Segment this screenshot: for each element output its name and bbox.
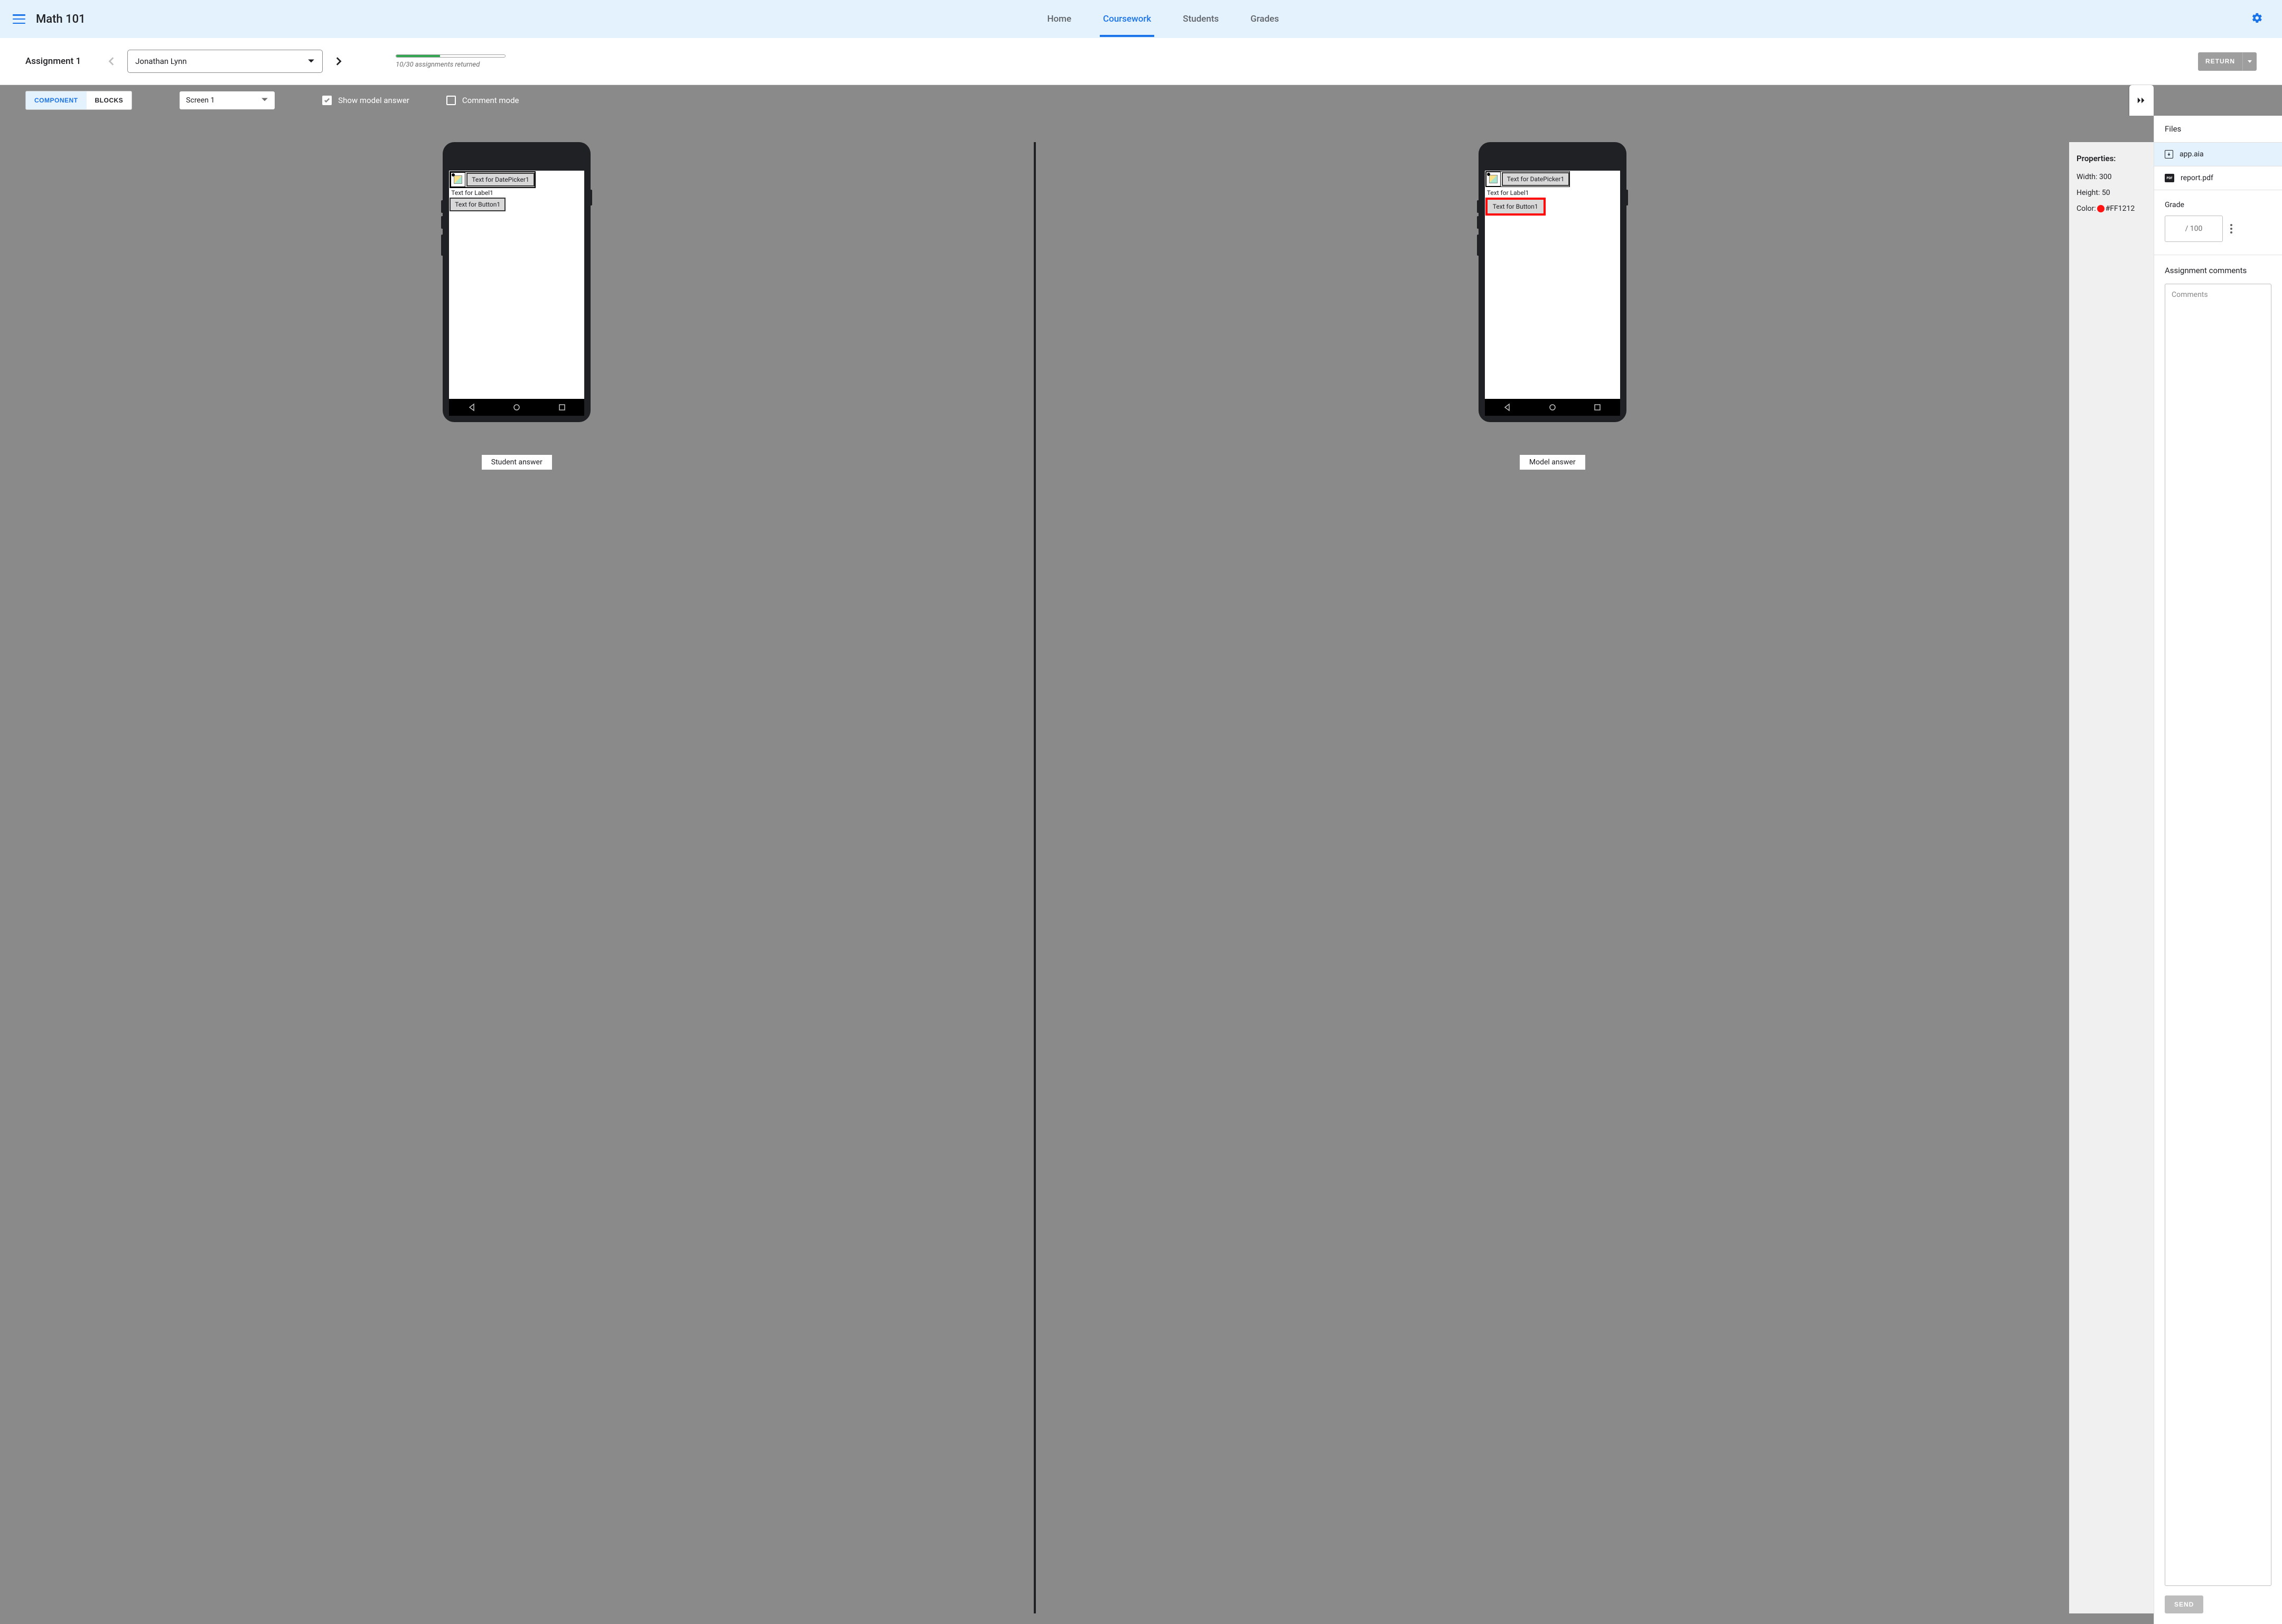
file-name: app.aia xyxy=(2180,150,2204,158)
blocks-tab[interactable]: BLOCKS xyxy=(87,91,132,109)
caret-down-icon xyxy=(307,57,315,66)
properties-panel: Properties: Width: 300 Height: 50 Color:… xyxy=(2069,142,2154,1613)
screen-dropdown[interactable]: Screen 1 xyxy=(180,91,275,109)
view-mode-toggle: COMPONENT BLOCKS xyxy=(25,91,132,110)
aia-file-icon xyxy=(2165,150,2173,158)
comments-textarea[interactable] xyxy=(2165,284,2271,1586)
color-swatch-icon xyxy=(2097,205,2105,212)
home-icon xyxy=(1548,403,1557,412)
student-phone-preview: Text for DatePicker1 Text for Label1 Tex… xyxy=(443,142,591,422)
assignment-title: Assignment 1 xyxy=(25,56,81,67)
nav-tab-grades[interactable]: Grades xyxy=(1247,1,1282,37)
home-icon xyxy=(512,403,521,412)
file-row-report[interactable]: PDF report.pdf xyxy=(2154,166,2282,190)
grade-input[interactable]: / 100 xyxy=(2165,216,2223,242)
show-model-label: Show model answer xyxy=(338,96,409,105)
student-name: Jonathan Lynn xyxy=(135,57,186,66)
label-component[interactable]: Text for Label1 xyxy=(450,188,495,198)
nav-tab-home[interactable]: Home xyxy=(1044,1,1074,37)
datepicker-component[interactable]: Text for DatePicker1 xyxy=(466,173,534,186)
nav-tab-students[interactable]: Students xyxy=(1180,1,1222,37)
model-phone-preview: Text for DatePicker1 Text for Label1 Tex… xyxy=(1479,142,1626,422)
android-nav-bar xyxy=(449,399,584,416)
right-sidebar: Files app.aia PDF report.pdf Grade / 100… xyxy=(2154,116,2282,1624)
files-title: Files xyxy=(2154,116,2282,143)
file-name: report.pdf xyxy=(2181,174,2213,182)
comment-mode-label: Comment mode xyxy=(462,96,519,105)
progress-indicator: 10/30 assignments returned xyxy=(396,54,506,69)
color-label: Color: xyxy=(2077,204,2096,213)
button-component-diff[interactable]: Text for Button1 xyxy=(1485,198,1546,216)
label-component[interactable]: Text for Label1 xyxy=(1485,188,1531,198)
return-dropdown-button[interactable] xyxy=(2242,52,2257,71)
component-tab[interactable]: COMPONENT xyxy=(26,91,87,109)
button-component[interactable]: Text for Button1 xyxy=(450,198,506,211)
progress-label: 10/30 assignments returned xyxy=(396,61,506,69)
screen-value: Screen 1 xyxy=(186,96,214,105)
model-caption: Model answer xyxy=(1520,455,1585,470)
properties-title: Properties: xyxy=(2077,154,2146,163)
student-dropdown[interactable]: Jonathan Lynn xyxy=(127,50,323,73)
gear-icon[interactable] xyxy=(2251,12,2269,26)
back-icon xyxy=(1503,403,1511,412)
hamburger-menu-icon[interactable] xyxy=(13,14,25,24)
height-label: Height: xyxy=(2077,189,2100,197)
width-value: 300 xyxy=(2099,173,2112,181)
show-model-checkbox[interactable] xyxy=(322,96,332,105)
image-component-icon[interactable] xyxy=(451,172,465,187)
nav-tab-coursework[interactable]: Coursework xyxy=(1100,1,1154,37)
width-label: Width: xyxy=(2077,173,2097,181)
pdf-file-icon: PDF xyxy=(2165,174,2174,182)
collapse-sidebar-icon[interactable] xyxy=(2129,85,2154,116)
prev-student-icon[interactable] xyxy=(107,57,117,66)
caret-down-icon xyxy=(261,96,268,105)
recent-icon xyxy=(558,403,566,412)
send-button[interactable]: SEND xyxy=(2165,1595,2203,1613)
color-value: #FF1212 xyxy=(2106,204,2135,213)
next-student-icon[interactable] xyxy=(333,57,343,66)
image-component-icon[interactable] xyxy=(1486,172,1501,186)
back-icon xyxy=(467,403,476,412)
recent-icon xyxy=(1593,403,1602,412)
nav-tabs: Home Coursework Students Grades xyxy=(75,1,2251,37)
android-nav-bar xyxy=(1485,399,1620,416)
height-value: 50 xyxy=(2102,189,2110,197)
comments-title: Assignment comments xyxy=(2165,266,2271,275)
grade-more-icon[interactable] xyxy=(2230,224,2232,234)
student-caption: Student answer xyxy=(482,455,552,470)
grade-title: Grade xyxy=(2165,201,2271,209)
return-button[interactable]: RETURN xyxy=(2198,52,2242,71)
comment-mode-checkbox[interactable] xyxy=(446,96,456,105)
datepicker-component[interactable]: Text for DatePicker1 xyxy=(1502,172,1569,186)
file-row-app[interactable]: app.aia xyxy=(2154,143,2282,166)
